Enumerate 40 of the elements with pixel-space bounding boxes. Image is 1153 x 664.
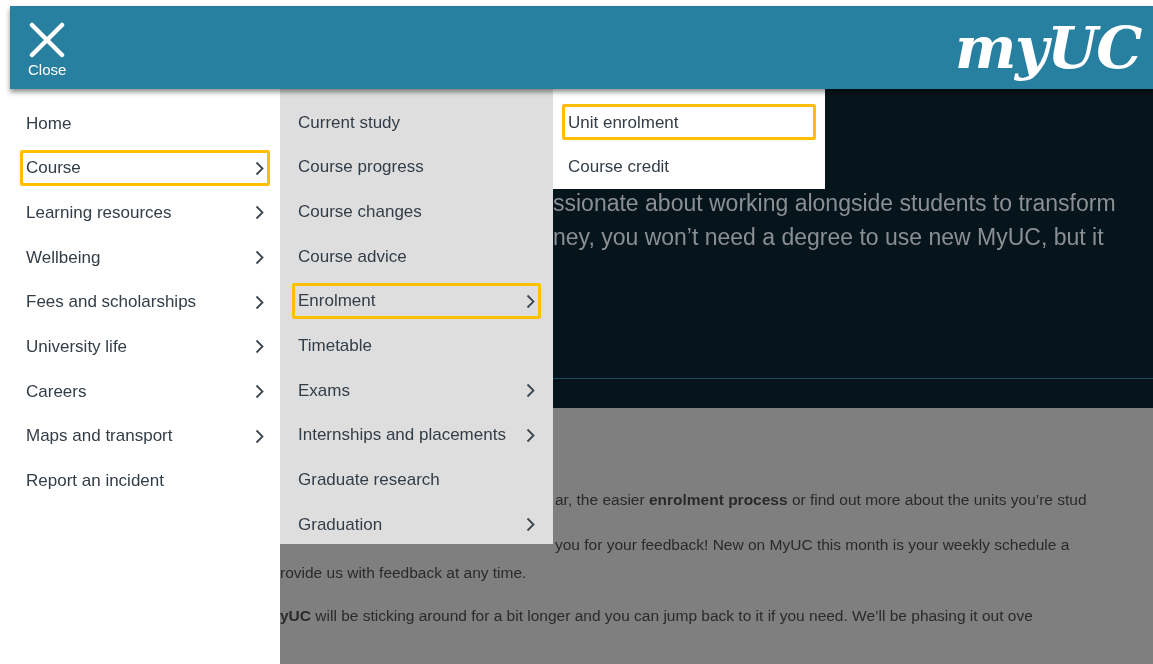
chevron-right-icon [255,294,264,310]
chevron-right-icon [255,339,264,355]
chevron-right-icon [255,383,264,399]
paragraph: ar, the easier enrolment process or find out more about the units you’re stud [555,490,1087,510]
menu-item[interactable]: Exams [292,372,541,409]
menu-item[interactable]: Course credit [562,149,816,186]
menu-item[interactable]: Wellbeing [20,239,270,276]
menu-item[interactable]: Learning resources [20,194,270,231]
hero-text: ney, you won’t need a degree to use new MyUC, but it [553,223,1104,252]
chevron-right-icon [255,160,264,176]
chevron-right-icon [255,205,264,221]
menu-item[interactable]: Course [20,150,270,187]
menu-item[interactable]: Unit enrolment [562,104,816,141]
menu-item[interactable]: Enrolment [292,283,541,320]
paragraph: yUC will be sticking around for a bit longer and you can jump back to it if you need. We’ll be phasing it out ove [280,605,1033,626]
menu-item[interactable]: Course changes [292,193,541,230]
menu-item[interactable]: Maps and transport [20,418,270,455]
menu-item[interactable]: Timetable [292,327,541,364]
paragraph: you for your feedback! New on MyUC this month is your weekly schedule a [555,535,1070,556]
menu-item[interactable]: University life [20,328,270,365]
paragraph: rovide us with feedback at any time. [280,562,527,583]
menu-item[interactable]: Fees and scholarships [20,284,270,321]
close-icon [29,22,66,58]
menu-item[interactable]: Graduate research [292,461,541,498]
hero-text: ssionate about working alongside students to transform [553,189,1116,218]
menu-item[interactable]: Home [20,105,270,142]
menu-item[interactable]: Graduation [292,506,541,543]
chevron-right-icon [526,293,535,309]
menu-item[interactable]: Report an incident [20,462,270,499]
menu-item[interactable]: Course advice [292,238,541,275]
menu-item[interactable]: Careers [20,373,270,410]
chevron-right-icon [526,517,535,533]
chevron-right-icon [526,427,535,443]
chevron-right-icon [526,382,535,398]
menu-item[interactable]: Current study [292,104,541,141]
close-button[interactable]: Close [28,18,67,77]
menu-item[interactable]: Course progress [292,149,541,186]
menu-item[interactable]: Internships and placements [292,417,541,454]
chevron-right-icon [255,249,264,265]
chevron-right-icon [255,428,264,444]
